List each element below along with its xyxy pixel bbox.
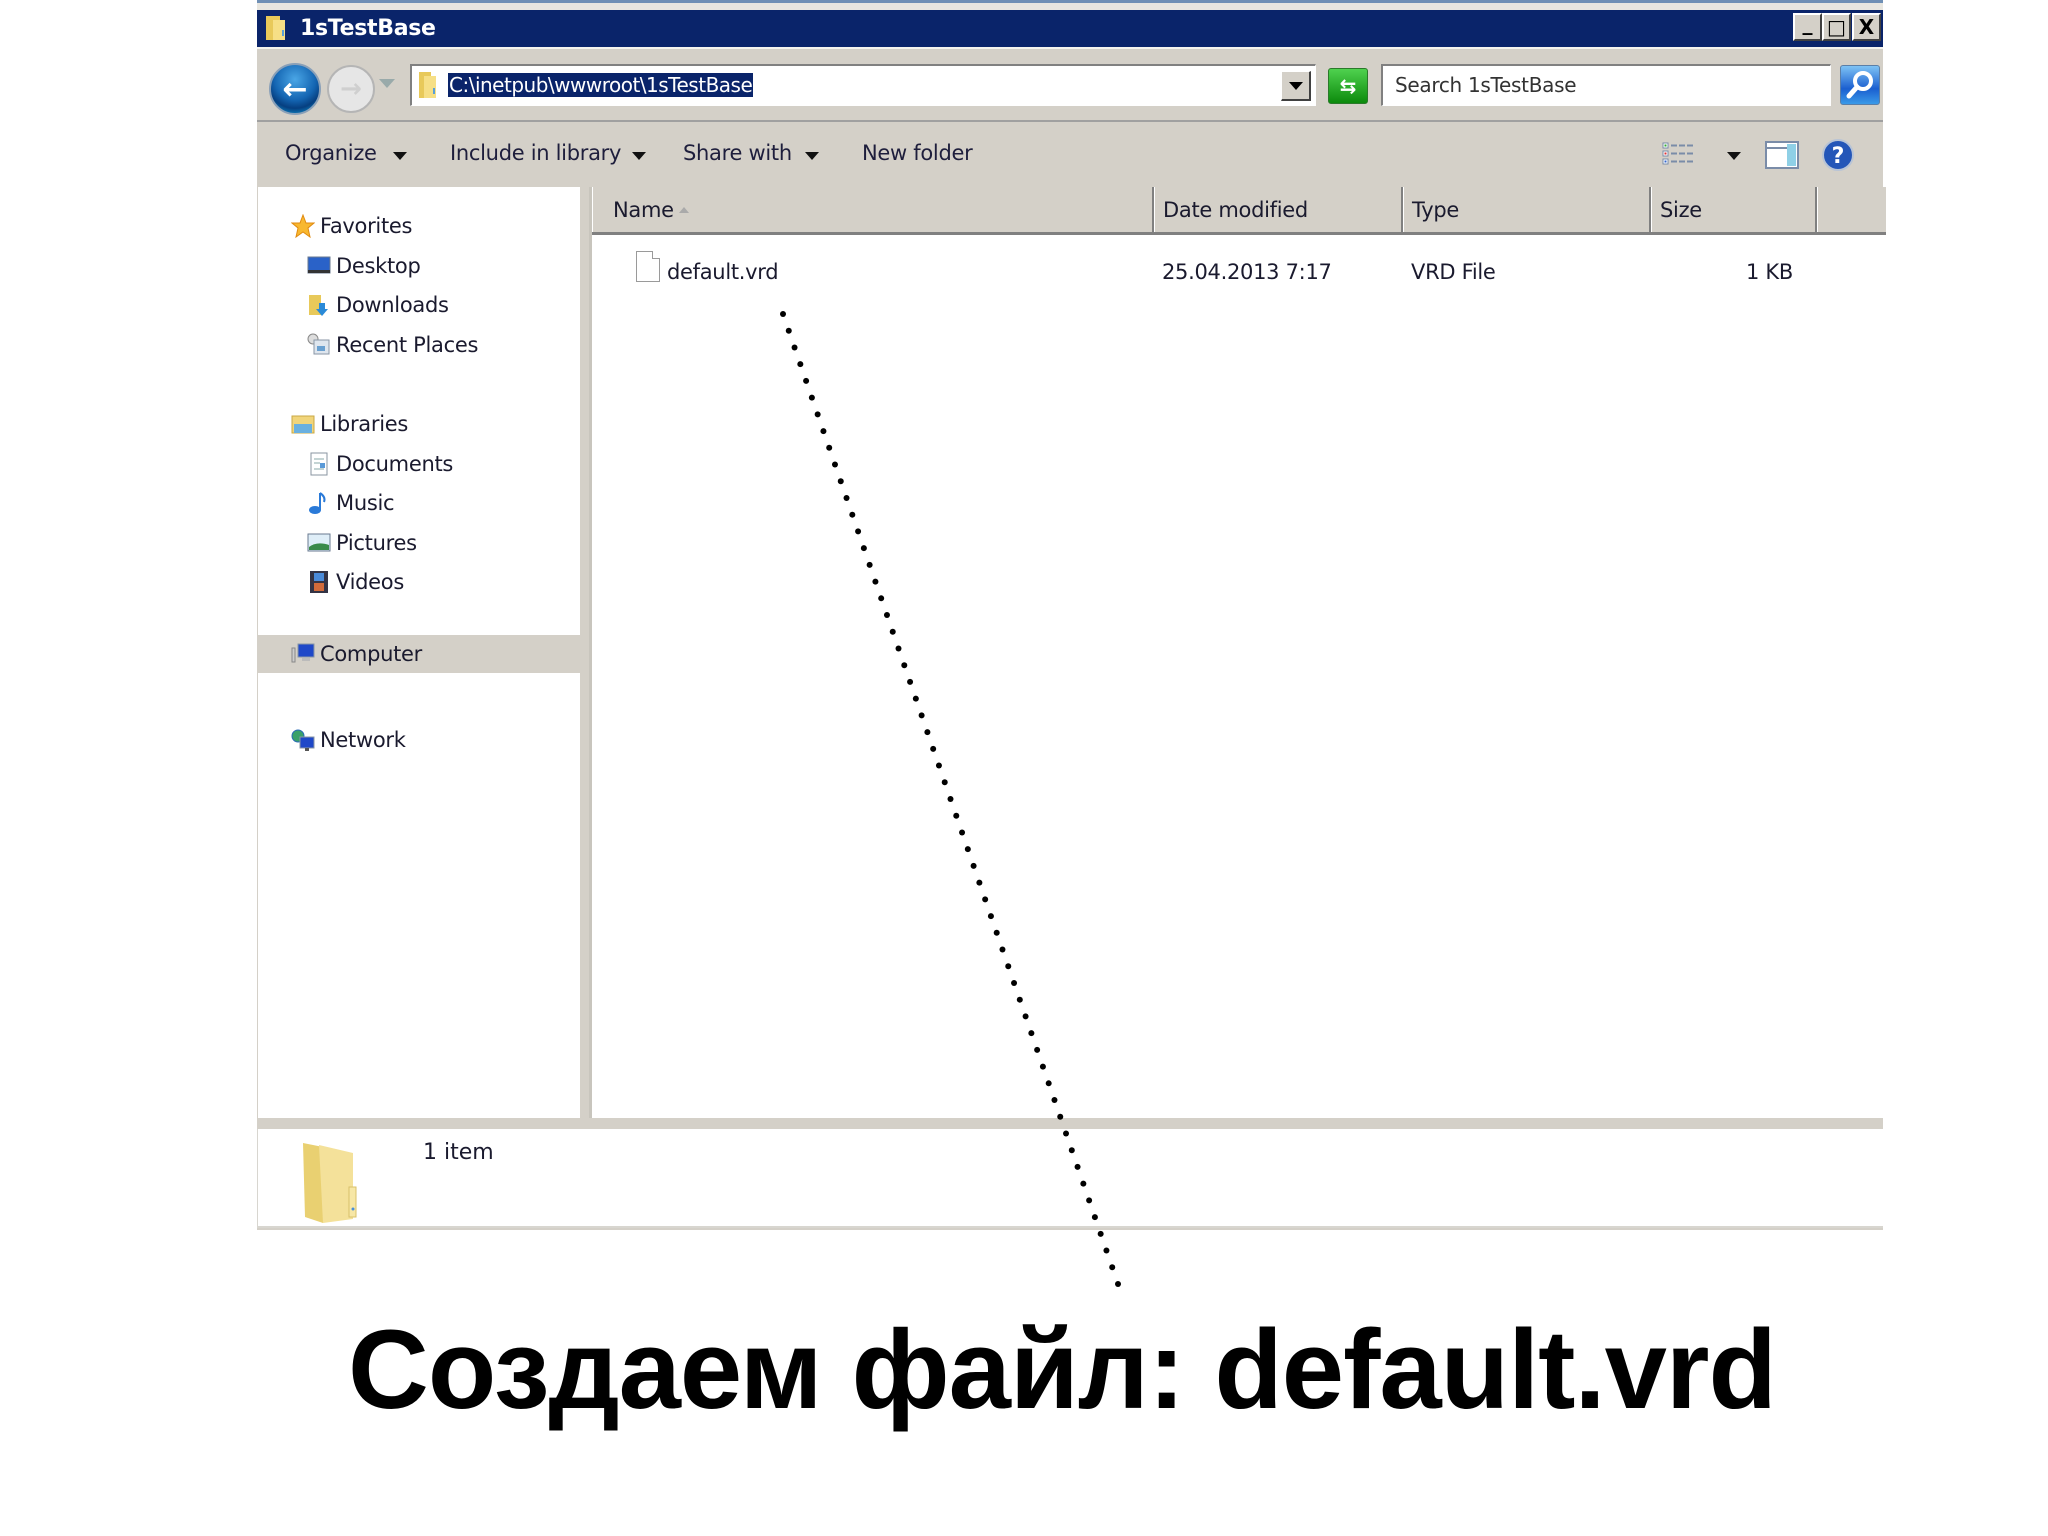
desktop-icon	[307, 256, 331, 274]
organize-button[interactable]: Organize	[285, 140, 377, 166]
sidebar-item-computer[interactable]: Computer	[258, 635, 580, 673]
new-folder-button[interactable]: New folder	[862, 140, 973, 166]
sidebar-item-label: Downloads	[336, 293, 449, 317]
sidebar-item-label: Documents	[336, 452, 454, 476]
file-date-modified: 25.04.2013 7:17	[1162, 260, 1332, 284]
search-button[interactable]	[1840, 65, 1880, 105]
column-header-type[interactable]: Type	[1403, 187, 1651, 232]
star-icon	[291, 214, 315, 238]
chevron-down-icon	[393, 152, 407, 160]
title-bar[interactable]: 1sTestBase _ □ X	[257, 10, 1883, 47]
sidebar-item-label: Computer	[320, 642, 422, 666]
downloads-icon	[309, 295, 328, 316]
sidebar-item-label: Favorites	[320, 214, 413, 238]
file-list: Name Date modified Type Size default.vrd…	[589, 187, 1886, 1118]
column-header-name[interactable]: Name	[592, 187, 1154, 232]
music-icon	[309, 492, 326, 514]
close-icon: X	[1858, 15, 1875, 39]
sidebar-item-label: Recent Places	[336, 333, 479, 357]
search-input[interactable]: Search 1sTestBase	[1381, 64, 1831, 106]
preview-pane-icon[interactable]	[1765, 141, 1799, 169]
annotation-dot	[1115, 1281, 1121, 1287]
status-separator	[257, 1118, 1883, 1129]
navigation-bar: ← → C:\inetpub\wwwroot\1sTestBase ⇆ Sear…	[257, 47, 1883, 122]
address-bar[interactable]: C:\inetpub\wwwroot\1sTestBase	[410, 64, 1316, 106]
sidebar-item-recent-places[interactable]: Recent Places	[258, 326, 580, 364]
file-size: 1 KB	[1745, 260, 1793, 284]
chevron-down-icon	[632, 152, 646, 160]
window-title: 1sTestBase	[300, 16, 436, 41]
network-icon	[291, 729, 315, 751]
sort-ascending-icon	[679, 207, 689, 213]
libraries-icon	[291, 415, 315, 434]
annotation-dot	[1097, 1230, 1104, 1237]
navigation-pane: Favorites Desktop Downloads Recent Places Li…	[258, 187, 580, 1118]
address-dropdown-button[interactable]	[1281, 71, 1311, 101]
pictures-icon	[307, 533, 331, 552]
column-header-date-modified[interactable]: Date modified	[1154, 187, 1403, 232]
include-in-library-button[interactable]: Include in library	[450, 140, 621, 166]
folder-icon	[419, 72, 436, 98]
documents-icon	[310, 452, 328, 476]
back-arrow-icon: ←	[282, 71, 308, 107]
command-toolbar: Organize Include in library Share with N…	[257, 122, 1883, 187]
sidebar-item-label: Desktop	[336, 254, 421, 278]
sidebar-item-desktop[interactable]: Desktop	[258, 247, 580, 285]
minimize-icon: _	[1802, 11, 1813, 35]
column-header-empty	[1817, 187, 1886, 232]
window-top-gap	[257, 3, 1883, 10]
minimize-button[interactable]: _	[1793, 11, 1822, 41]
sidebar-item-label: Music	[336, 491, 395, 515]
column-header-row: Name Date modified Type Size	[592, 187, 1886, 235]
file-icon	[636, 251, 660, 282]
view-options-dropdown[interactable]	[1727, 152, 1741, 160]
maximize-icon: □	[1827, 15, 1846, 39]
chevron-down-icon	[805, 152, 819, 160]
sidebar-item-pictures[interactable]: Pictures	[258, 524, 580, 562]
item-count: 1 item	[423, 1140, 494, 1165]
file-type: VRD File	[1411, 260, 1496, 284]
folder-large-icon	[303, 1143, 357, 1223]
annotation-dot	[1103, 1247, 1110, 1254]
recent-pages-dropdown[interactable]	[379, 79, 395, 88]
search-placeholder: Search 1sTestBase	[1395, 73, 1577, 97]
sidebar-item-downloads[interactable]: Downloads	[258, 286, 580, 324]
close-button[interactable]: X	[1852, 13, 1881, 41]
forward-button[interactable]: →	[327, 65, 375, 113]
videos-icon	[310, 571, 328, 593]
pane-splitter[interactable]	[580, 187, 589, 1118]
details-pane: 1 item	[257, 1129, 1883, 1228]
search-icon	[1846, 71, 1873, 99]
share-with-button[interactable]: Share with	[683, 140, 792, 166]
sidebar-item-music[interactable]: Music	[258, 484, 580, 522]
sidebar-item-libraries[interactable]: Libraries	[258, 405, 580, 443]
sidebar-item-network[interactable]: Network	[258, 721, 580, 759]
sidebar-item-label: Network	[320, 728, 406, 752]
computer-icon	[291, 643, 315, 663]
chevron-down-icon	[1288, 81, 1303, 90]
explorer-window: 1sTestBase _ □ X ← → C:\inetpub\wwwroot\…	[257, 0, 1886, 1230]
forward-arrow-icon: →	[340, 74, 362, 104]
refresh-icon: ⇆	[1339, 74, 1357, 98]
sidebar-item-favorites[interactable]: Favorites	[258, 207, 580, 245]
sidebar-item-documents[interactable]: Documents	[258, 445, 580, 483]
column-header-size[interactable]: Size	[1651, 187, 1817, 232]
recent-places-icon	[307, 333, 330, 355]
folder-icon	[266, 16, 285, 40]
file-name[interactable]: default.vrd	[667, 259, 779, 285]
maximize-button[interactable]: □	[1822, 13, 1851, 41]
sidebar-item-videos[interactable]: Videos	[258, 563, 580, 601]
address-path[interactable]: C:\inetpub\wwwroot\1sTestBase	[448, 73, 754, 97]
refresh-button[interactable]: ⇆	[1328, 68, 1368, 104]
annotation-dot	[1109, 1264, 1116, 1271]
sidebar-item-label: Videos	[336, 570, 404, 594]
sidebar-item-label: Libraries	[320, 412, 408, 436]
back-button[interactable]: ←	[269, 63, 321, 115]
help-icon[interactable]: ?	[1821, 138, 1855, 172]
sidebar-item-label: Pictures	[336, 531, 417, 555]
view-details-icon[interactable]	[1662, 142, 1694, 166]
svg-text:?: ?	[1832, 144, 1845, 169]
slide-caption: Создаем файл: default.vrd	[348, 1307, 1777, 1432]
